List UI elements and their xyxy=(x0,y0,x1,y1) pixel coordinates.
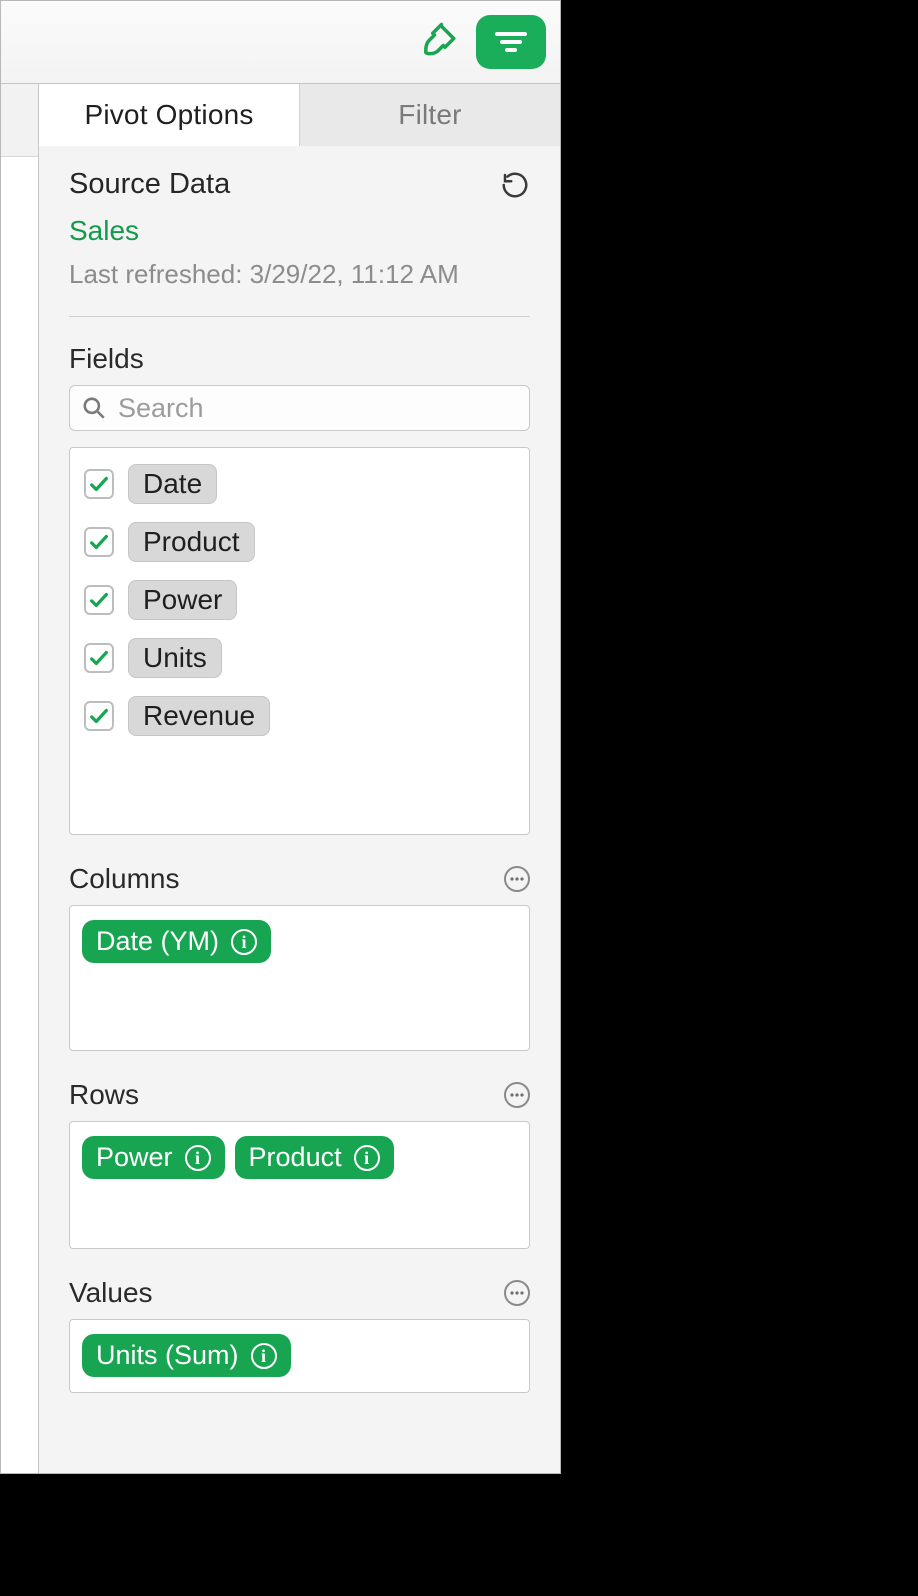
pill-label: Date (YM) xyxy=(96,928,219,955)
pill-label: Product xyxy=(249,1144,342,1171)
organize-button[interactable] xyxy=(476,15,546,69)
pill-label: Units (Sum) xyxy=(96,1342,239,1369)
last-refreshed-label: Last refreshed: 3/29/22, 11:12 AM xyxy=(69,259,530,290)
info-icon[interactable]: i xyxy=(185,1145,211,1171)
ellipsis-icon xyxy=(510,877,524,881)
rows-heading: Rows xyxy=(69,1079,139,1111)
annotation-bracket xyxy=(564,360,578,840)
organize-icon xyxy=(491,27,531,57)
source-data-link[interactable]: Sales xyxy=(69,215,530,247)
tab-filter[interactable]: Filter xyxy=(299,84,560,146)
field-checkbox[interactable] xyxy=(84,643,114,673)
tab-pivot-options[interactable]: Pivot Options xyxy=(39,84,299,146)
info-icon[interactable]: i xyxy=(231,929,257,955)
columns-menu-button[interactable] xyxy=(504,866,530,892)
field-checkbox[interactable] xyxy=(84,527,114,557)
fields-heading: Fields xyxy=(69,343,530,375)
ellipsis-icon xyxy=(510,1291,524,1295)
field-row: Power xyxy=(84,580,515,620)
tab-bar: Pivot Options Filter xyxy=(39,84,560,146)
sheet-edge xyxy=(1,84,39,1473)
toolbar xyxy=(1,1,560,84)
pivot-tab-body: Pivot Options Filter Source Data Sales L… xyxy=(39,84,560,1473)
field-chip[interactable]: Units xyxy=(128,638,222,678)
fields-search-input[interactable] xyxy=(69,385,530,431)
values-drop-zone[interactable]: Units (Sum) i xyxy=(69,1319,530,1393)
field-chip[interactable]: Product xyxy=(128,522,255,562)
refresh-button[interactable] xyxy=(500,170,530,200)
zone-pill[interactable]: Units (Sum) i xyxy=(82,1334,291,1377)
field-checkbox[interactable] xyxy=(84,701,114,731)
format-button[interactable] xyxy=(414,18,462,66)
source-data-heading: Source Data xyxy=(69,168,230,201)
field-chip[interactable]: Revenue xyxy=(128,696,270,736)
values-menu-button[interactable] xyxy=(504,1280,530,1306)
brush-icon xyxy=(417,21,459,63)
check-icon xyxy=(88,531,110,553)
ellipsis-icon xyxy=(510,1093,524,1097)
check-icon xyxy=(88,473,110,495)
fields-list: Date Product Power Units Revenue xyxy=(69,447,530,835)
check-icon xyxy=(88,589,110,611)
field-row: Product xyxy=(84,522,515,562)
inspector-panel: Pivot Options Filter Source Data Sales L… xyxy=(0,0,561,1474)
rows-drop-zone[interactable]: PoweriProducti xyxy=(69,1121,530,1249)
field-chip[interactable]: Date xyxy=(128,464,217,504)
info-icon[interactable]: i xyxy=(251,1343,277,1369)
field-row: Date xyxy=(84,464,515,504)
search-icon xyxy=(81,395,107,421)
zone-pill[interactable]: Poweri xyxy=(82,1136,225,1179)
values-heading: Values xyxy=(69,1277,153,1309)
pill-label: Power xyxy=(96,1144,173,1171)
zone-pill[interactable]: Date (YM) i xyxy=(82,920,271,963)
field-row: Revenue xyxy=(84,696,515,736)
divider xyxy=(69,316,530,317)
columns-heading: Columns xyxy=(69,863,179,895)
check-icon xyxy=(88,705,110,727)
zone-pill[interactable]: Product i xyxy=(235,1136,394,1179)
field-checkbox[interactable] xyxy=(84,585,114,615)
field-checkbox[interactable] xyxy=(84,469,114,499)
info-icon[interactable]: i xyxy=(354,1145,380,1171)
field-row: Units xyxy=(84,638,515,678)
annotation-bracket xyxy=(564,878,578,1472)
check-icon xyxy=(88,647,110,669)
refresh-icon xyxy=(500,170,530,200)
rows-menu-button[interactable] xyxy=(504,1082,530,1108)
field-chip[interactable]: Power xyxy=(128,580,237,620)
columns-drop-zone[interactable]: Date (YM) i xyxy=(69,905,530,1051)
